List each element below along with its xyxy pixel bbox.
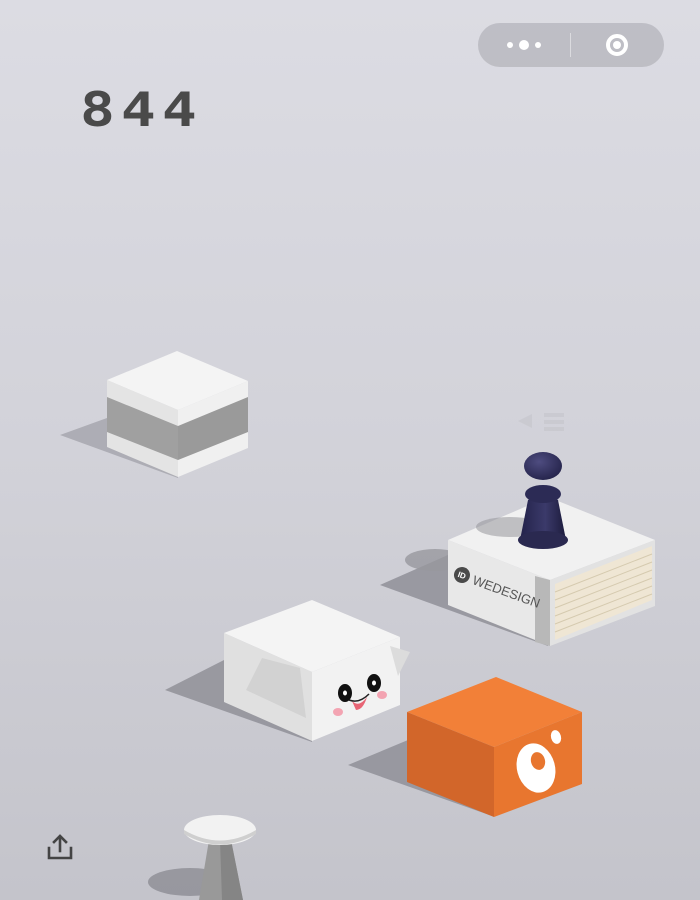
target-center-dot xyxy=(613,41,621,49)
close-mini-program-button[interactable] xyxy=(571,23,663,67)
mini-program-capsule xyxy=(478,23,664,67)
more-dots-icon-center xyxy=(519,40,529,50)
target-circle-icon xyxy=(606,34,628,56)
stool-pedestal xyxy=(148,815,256,900)
more-dots-icon-end xyxy=(535,42,541,48)
share-button[interactable] xyxy=(44,832,76,864)
more-dots-icon xyxy=(507,42,513,48)
more-menu-button[interactable] xyxy=(478,23,570,67)
faint-ghost-icon xyxy=(518,413,564,431)
player-pawn[interactable] xyxy=(476,452,568,549)
panda-face-block xyxy=(165,600,410,742)
score-display: 844 xyxy=(80,81,203,138)
share-upload-icon xyxy=(47,834,73,860)
striped-block xyxy=(60,351,248,478)
